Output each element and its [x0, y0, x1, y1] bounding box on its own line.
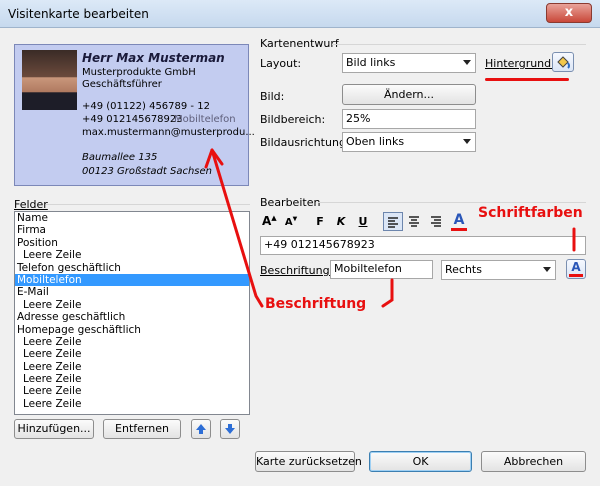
annotation-font-colors: Schriftfarben [478, 205, 583, 221]
annotation-caption: Beschriftung [265, 296, 367, 312]
caption-bracket [381, 278, 394, 308]
caption-arrow [210, 148, 264, 308]
annotation-overlay [204, 148, 576, 308]
